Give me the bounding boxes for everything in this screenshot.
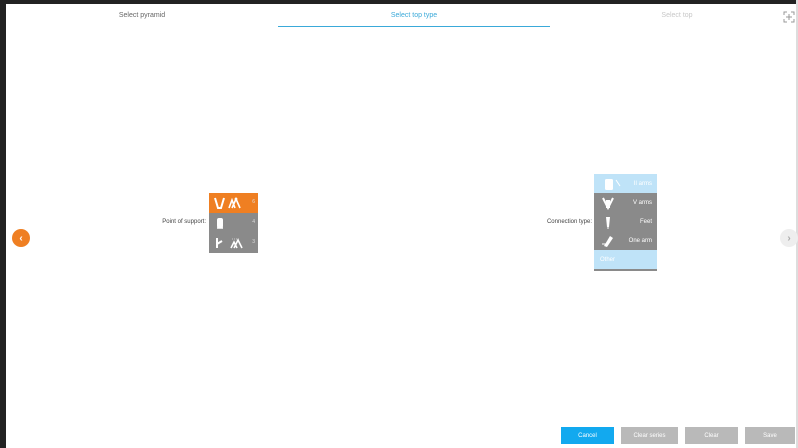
support-option-index: 3 xyxy=(252,239,255,245)
support-option-4[interactable]: 4 xyxy=(209,213,258,233)
clear-button[interactable]: Clear xyxy=(685,427,738,444)
connection-option-other[interactable]: Other xyxy=(594,250,657,269)
clear-series-button[interactable]: Clear series xyxy=(621,427,678,444)
support-option-6[interactable]: 6 xyxy=(209,193,258,213)
connection-option-ii-arms[interactable]: II arms xyxy=(594,174,657,193)
six-point-support-icon xyxy=(214,197,241,209)
connection-option-label: Feet xyxy=(639,218,652,225)
previous-step-button[interactable]: ‹ xyxy=(12,229,30,247)
step-select-top[interactable]: Select top xyxy=(632,12,722,19)
connection-type-selector[interactable]: II arms V arms Feet One arm Other xyxy=(594,174,657,271)
step-select-top-type[interactable]: Select top type xyxy=(278,12,550,27)
point-of-support-label: Point of support: xyxy=(162,219,206,225)
support-option-3[interactable]: 3 xyxy=(209,233,258,253)
connection-option-label: II arms xyxy=(633,180,652,187)
connection-option-label: Other xyxy=(600,256,616,263)
four-point-support-icon xyxy=(217,218,223,229)
connection-option-v-arms[interactable]: V arms xyxy=(594,193,657,212)
support-option-index: 4 xyxy=(252,219,255,225)
connection-option-label: One arm xyxy=(628,237,652,244)
next-step-button[interactable]: › xyxy=(780,229,798,247)
window-left-border xyxy=(0,0,6,448)
support-option-index: 6 xyxy=(252,199,255,205)
three-point-support-icon xyxy=(216,238,243,249)
point-of-support-selector[interactable]: 6 4 3 xyxy=(209,193,258,253)
feet-connection-icon xyxy=(606,216,610,229)
cancel-button[interactable]: Cancel xyxy=(561,427,614,444)
save-button[interactable]: Save xyxy=(745,427,795,444)
window-top-border xyxy=(6,0,798,4)
expand-arrows-icon[interactable] xyxy=(783,10,795,23)
connection-type-label: Connection type: xyxy=(546,219,592,225)
one-arm-connection-icon xyxy=(602,235,613,247)
two-arms-connection-icon xyxy=(605,178,621,190)
v-arms-connection-icon xyxy=(602,197,614,210)
connection-option-feet[interactable]: Feet xyxy=(594,212,657,231)
connection-option-one-arm[interactable]: One arm xyxy=(594,231,657,250)
connection-option-label: V arms xyxy=(632,199,652,206)
step-select-pyramid[interactable]: Select pyramid xyxy=(92,12,192,19)
